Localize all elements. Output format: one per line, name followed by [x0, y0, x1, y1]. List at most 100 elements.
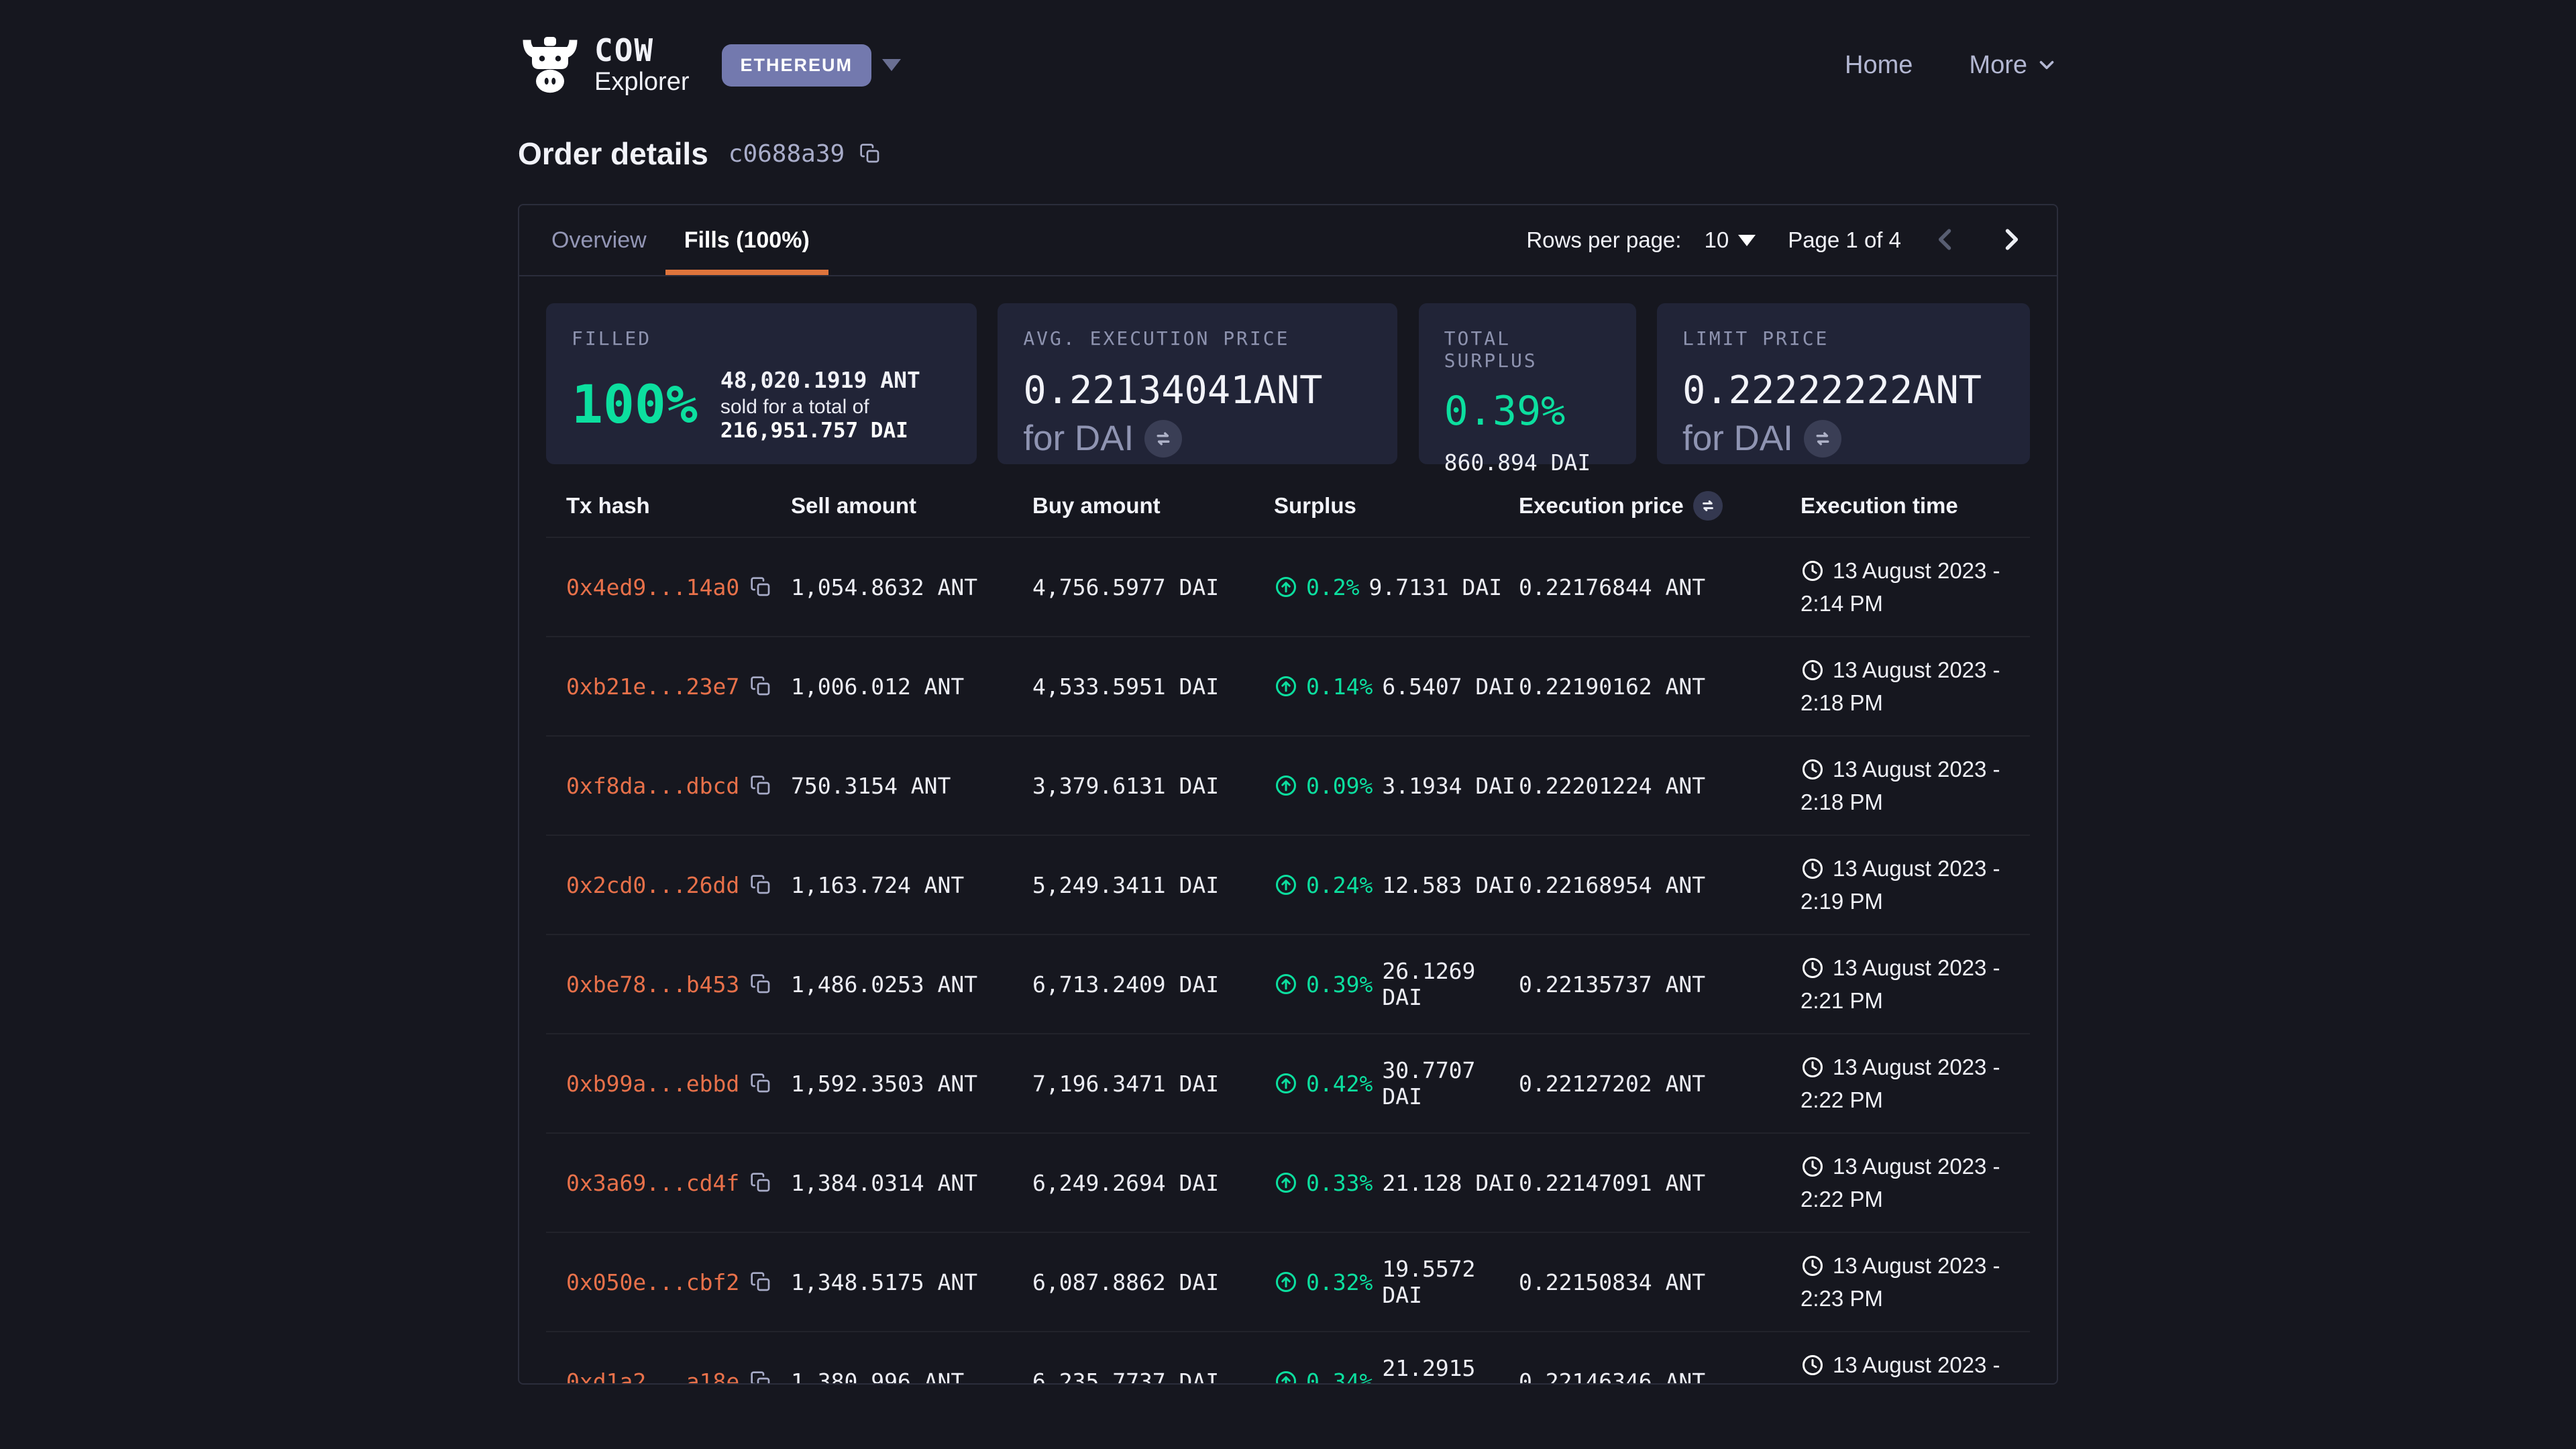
- swap-icon: [1811, 427, 1834, 450]
- sell-amount: 1,592.3503 ANT: [791, 1071, 1032, 1097]
- col-header-sell-amount: Sell amount: [791, 493, 1032, 519]
- network-caret-down-icon[interactable]: [882, 59, 901, 71]
- surplus-percent: 0.24%: [1306, 872, 1373, 898]
- limit-price-unit: for DAI: [1682, 418, 1793, 459]
- execution-price: 0.22201224 ANT: [1519, 773, 1801, 799]
- surplus-percent: 0.09%: [1306, 773, 1373, 799]
- execution-price: 0.22135737 ANT: [1519, 971, 1801, 998]
- clock-icon: [1801, 757, 1825, 782]
- surplus-up-icon: [1274, 873, 1298, 897]
- rows-per-page-value: 10: [1704, 227, 1729, 253]
- copy-icon[interactable]: [750, 874, 771, 896]
- surplus-amount: 6.5407 DAI: [1382, 674, 1515, 700]
- buy-amount: 5,249.3411 DAI: [1032, 872, 1274, 898]
- surplus-amount: 21.128 DAI: [1382, 1170, 1515, 1196]
- tx-hash-link[interactable]: 0xd1a2...a18e: [566, 1368, 739, 1385]
- execution-price: 0.22146346 ANT: [1519, 1368, 1801, 1385]
- sell-amount: 750.3154 ANT: [791, 773, 1032, 799]
- buy-amount: 6,713.2409 DAI: [1032, 971, 1274, 998]
- swap-icon: [1152, 427, 1175, 450]
- execution-price: 0.22176844 ANT: [1519, 574, 1801, 600]
- table-row: 0xb21e...23e7 1,006.012 ANT 4,533.5951 D…: [546, 637, 2030, 737]
- filled-sold-total: sold for a total of 216,951.757 DAI: [720, 396, 951, 443]
- invert-execution-price-button[interactable]: [1693, 491, 1723, 521]
- copy-icon[interactable]: [750, 1073, 771, 1094]
- clock-icon: [1801, 857, 1825, 881]
- avg-execution-price-label: AVG. EXECUTION PRICE: [1023, 327, 1372, 350]
- tx-hash-link[interactable]: 0x3a69...cd4f: [566, 1170, 739, 1196]
- sell-amount: 1,163.724 ANT: [791, 872, 1032, 898]
- execution-time: 13 August 2023 - 2:24 PM: [1801, 1348, 2030, 1385]
- limit-price-card: LIMIT PRICE 0.22222222ANT for DAI: [1657, 303, 2030, 464]
- copy-icon[interactable]: [750, 1271, 771, 1293]
- chevron-right-icon: [1996, 225, 2026, 254]
- execution-time-text: 13 August 2023 - 2:19 PM: [1801, 856, 2000, 914]
- sell-amount: 1,486.0253 ANT: [791, 971, 1032, 998]
- order-id: c0688a39: [729, 140, 845, 168]
- copy-icon[interactable]: [750, 676, 771, 697]
- tab-overview[interactable]: Overview: [533, 205, 665, 275]
- table-row: 0x050e...cbf2 1,348.5175 ANT 6,087.8862 …: [546, 1233, 2030, 1332]
- buy-amount: 6,235.7737 DAI: [1032, 1368, 1274, 1385]
- next-page-button[interactable]: [1990, 225, 2033, 256]
- clock-icon: [1801, 1155, 1825, 1179]
- sell-amount: 1,384.0314 ANT: [791, 1170, 1032, 1196]
- invert-price-button[interactable]: [1144, 420, 1182, 458]
- table-row: 0xbe78...b453 1,486.0253 ANT 6,713.2409 …: [546, 935, 2030, 1034]
- table-row: 0xf8da...dbcd 750.3154 ANT 3,379.6131 DA…: [546, 737, 2030, 836]
- tx-hash-link[interactable]: 0xb99a...ebbd: [566, 1071, 739, 1097]
- copy-icon[interactable]: [750, 576, 771, 598]
- table-header-row: Tx hash Sell amount Buy amount Surplus E…: [546, 475, 2030, 538]
- buy-amount: 4,756.5977 DAI: [1032, 574, 1274, 600]
- table-row: 0xb99a...ebbd 1,592.3503 ANT 7,196.3471 …: [546, 1034, 2030, 1134]
- surplus-up-icon: [1274, 1071, 1298, 1095]
- total-surplus-card: TOTAL SURPLUS 0.39% 860.894 DAI: [1419, 303, 1636, 464]
- copy-icon[interactable]: [750, 973, 771, 995]
- copy-icon[interactable]: [859, 143, 881, 164]
- avg-execution-price-card: AVG. EXECUTION PRICE 0.22134041ANT for D…: [998, 303, 1397, 464]
- copy-icon[interactable]: [750, 1172, 771, 1193]
- clock-icon: [1801, 658, 1825, 682]
- surplus-amount: 9.7131 DAI: [1368, 574, 1502, 600]
- invert-limit-price-button[interactable]: [1804, 420, 1841, 458]
- sell-amount: 1,054.8632 ANT: [791, 574, 1032, 600]
- copy-icon[interactable]: [750, 1371, 771, 1385]
- tab-bar: Overview Fills (100%) Rows per page: 10 …: [519, 205, 2057, 276]
- sell-amount: 1,348.5175 ANT: [791, 1269, 1032, 1295]
- col-header-tx-hash: Tx hash: [566, 493, 791, 519]
- nav-home[interactable]: Home: [1845, 51, 1913, 80]
- chevron-left-icon: [1931, 225, 1960, 254]
- tx-hash-link[interactable]: 0x2cd0...26dd: [566, 872, 739, 898]
- total-surplus-percent: 0.39%: [1444, 388, 1611, 435]
- execution-time-text: 13 August 2023 - 2:22 PM: [1801, 1154, 2000, 1212]
- tx-hash-link[interactable]: 0x050e...cbf2: [566, 1269, 739, 1295]
- clock-icon: [1801, 1055, 1825, 1079]
- execution-time: 13 August 2023 - 2:18 PM: [1801, 653, 2030, 720]
- buy-amount: 6,087.8862 DAI: [1032, 1269, 1274, 1295]
- buy-amount: 3,379.6131 DAI: [1032, 773, 1274, 799]
- execution-time-text: 13 August 2023 - 2:18 PM: [1801, 757, 2000, 815]
- tab-fills[interactable]: Fills (100%): [665, 205, 828, 275]
- tx-hash-link[interactable]: 0x4ed9...14a0: [566, 574, 739, 600]
- main-nav: Home More: [1845, 51, 2058, 80]
- logo-subtitle: Explorer: [594, 69, 690, 96]
- surplus-percent: 0.39%: [1306, 971, 1373, 998]
- surplus-percent: 0.32%: [1306, 1269, 1373, 1295]
- table-body: 0x4ed9...14a0 1,054.8632 ANT 4,756.5977 …: [546, 538, 2030, 1385]
- table-row: 0x3a69...cd4f 1,384.0314 ANT 6,249.2694 …: [546, 1134, 2030, 1233]
- tx-hash-link[interactable]: 0xf8da...dbcd: [566, 773, 739, 799]
- execution-time: 13 August 2023 - 2:18 PM: [1801, 753, 2030, 819]
- summary-cards: FILLED 100% 48,020.1919 ANT sold for a t…: [519, 276, 2057, 464]
- rows-per-page-select[interactable]: 10: [1704, 227, 1756, 253]
- page-title: Order details: [518, 136, 708, 172]
- network-badge[interactable]: ETHEREUM: [722, 44, 872, 87]
- copy-icon[interactable]: [750, 775, 771, 796]
- nav-more[interactable]: More: [1969, 51, 2058, 80]
- cow-explorer-logo[interactable]: COW Explorer: [518, 33, 690, 97]
- execution-price: 0.22147091 ANT: [1519, 1170, 1801, 1196]
- tx-hash-link[interactable]: 0xb21e...23e7: [566, 674, 739, 700]
- previous-page-button[interactable]: [1924, 225, 1967, 256]
- tx-hash-link[interactable]: 0xbe78...b453: [566, 971, 739, 998]
- page-indicator: Page 1 of 4: [1788, 227, 1901, 253]
- nav-home-label: Home: [1845, 51, 1913, 80]
